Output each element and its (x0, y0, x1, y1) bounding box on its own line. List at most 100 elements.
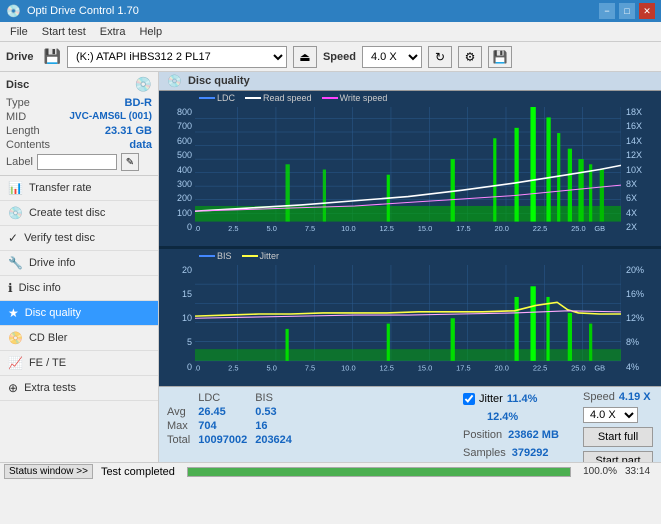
length-label: Length (6, 125, 40, 137)
total-ldc: 10097002 (198, 433, 255, 447)
label-input[interactable] (37, 154, 117, 170)
contents-label: Contents (6, 139, 50, 151)
minimize-button[interactable]: − (599, 3, 615, 19)
app-icon: 💿 (6, 4, 21, 18)
svg-text:7.5: 7.5 (305, 363, 315, 371)
sidebar-item-fe-te[interactable]: 📈 FE / TE (0, 351, 158, 376)
read-speed-legend: Read speed (245, 93, 312, 103)
svg-text:GB: GB (594, 363, 605, 371)
svg-text:5.0: 5.0 (267, 363, 277, 371)
sidebar-item-drive-info[interactable]: 🔧 Drive info (0, 251, 158, 276)
sidebar-item-verify-test-disc[interactable]: ✓ Verify test disc (0, 226, 158, 251)
sidebar-item-create-test-disc[interactable]: 💿 Create test disc (0, 201, 158, 226)
speed-label: Speed (323, 51, 356, 63)
create-test-icon: 💿 (8, 206, 23, 220)
status-text: Test completed (101, 466, 175, 478)
progress-bar-fill (188, 468, 570, 476)
jitter-label: Jitter (479, 393, 503, 405)
svg-text:15.0: 15.0 (418, 363, 432, 371)
time-display: 33:14 (625, 466, 657, 477)
drive-select[interactable]: (K:) ATAPI iHBS312 2 PL17 (67, 46, 287, 68)
maximize-button[interactable]: □ (619, 3, 635, 19)
menu-help[interactable]: Help (133, 24, 168, 40)
speed-select[interactable]: 4.0 X (362, 46, 422, 68)
svg-text:20.0: 20.0 (494, 224, 508, 232)
cd-bler-icon: 📀 (8, 331, 23, 345)
sidebar-item-extra-tests[interactable]: ⊕ Extra tests (0, 376, 158, 401)
write-speed-legend-label: Write speed (340, 93, 388, 103)
config-button[interactable]: ⚙ (458, 46, 482, 68)
stat-speed-select[interactable]: 4.0 X (583, 407, 638, 423)
menu-bar: File Start test Extra Help (0, 22, 661, 42)
svg-text:17.5: 17.5 (456, 363, 470, 371)
sidebar-item-label: CD Bler (29, 332, 68, 344)
sidebar-item-disc-info[interactable]: ℹ Disc info (0, 276, 158, 301)
disc-info-icon: ℹ (8, 281, 13, 295)
sidebar-item-cd-bler[interactable]: 📀 CD Bler (0, 326, 158, 351)
drive-toolbar: Drive 💾 (K:) ATAPI iHBS312 2 PL17 ⏏ Spee… (0, 42, 661, 72)
samples-label: Samples (463, 447, 506, 459)
refresh-button[interactable]: ↻ (428, 46, 452, 68)
disc-panel: Disc 💿 Type BD-R MID JVC-AMS6L (001) Len… (0, 72, 158, 176)
sidebar-item-label: Extra tests (24, 382, 76, 394)
svg-text:10.0: 10.0 (341, 224, 355, 232)
verify-test-icon: ✓ (8, 231, 18, 245)
label-edit-button[interactable]: ✎ (121, 153, 139, 171)
row-label-total: Total (167, 433, 198, 447)
disc-quality-header: 💿 Disc quality (159, 72, 661, 91)
start-part-button[interactable]: Start part (583, 451, 653, 463)
save-button[interactable]: 💾 (488, 46, 512, 68)
stats-row-max: Max 704 16 (167, 419, 300, 433)
close-button[interactable]: ✕ (639, 3, 655, 19)
total-bis: 203624 (255, 433, 300, 447)
disc-quality-icon: ★ (8, 306, 19, 320)
sidebar-item-transfer-rate[interactable]: 📊 Transfer rate (0, 176, 158, 201)
stats-left: LDC BIS Avg 26.45 0.53 Max (159, 387, 455, 463)
content-area: 💿 Disc quality LDC Read speed (159, 72, 661, 462)
sidebar-item-label: Drive info (29, 257, 75, 269)
jitter-max-row: 12.4% (463, 411, 567, 423)
drive-info-icon: 🔧 (8, 256, 23, 270)
sidebar-item-label: Create test disc (29, 207, 105, 219)
svg-text:GB: GB (594, 224, 605, 232)
avg-bis: 0.53 (255, 405, 300, 419)
menu-file[interactable]: File (4, 24, 34, 40)
fe-te-icon: 📈 (8, 356, 23, 370)
svg-text:10.0: 10.0 (341, 363, 355, 371)
svg-text:15.0: 15.0 (418, 224, 432, 232)
jitter-row: Jitter 11.4% (463, 393, 567, 405)
sidebar-nav: 📊 Transfer rate 💿 Create test disc ✓ Ver… (0, 176, 158, 401)
app-title: Opti Drive Control 1.70 (27, 5, 139, 17)
contents-value: data (129, 139, 152, 151)
stats-row-avg: Avg 26.45 0.53 (167, 405, 300, 419)
start-full-button[interactable]: Start full (583, 427, 653, 447)
sidebar-item-label: Disc quality (25, 307, 81, 319)
sidebar-item-disc-quality[interactable]: ★ Disc quality (0, 301, 158, 326)
position-value: 23862 MB (508, 429, 559, 441)
speed-label-stat: Speed (583, 391, 615, 403)
bis-legend-label: BIS (217, 251, 232, 261)
svg-text:22.5: 22.5 (533, 224, 547, 232)
avg-ldc: 26.45 (198, 405, 255, 419)
title-bar: 💿 Opti Drive Control 1.70 − □ ✕ (0, 0, 661, 22)
position-row: Position 23862 MB (463, 429, 567, 441)
speed-stat-value: 4.19 X (619, 391, 651, 403)
drive-label: Drive (6, 51, 34, 63)
col-header-bis: BIS (255, 391, 300, 405)
sidebar-item-label: Verify test disc (24, 232, 95, 244)
lower-y-axis-left: 05101520 (159, 265, 195, 372)
read-speed-legend-label: Read speed (263, 93, 312, 103)
mid-value: JVC-AMS6L (001) (69, 111, 152, 123)
menu-start-test[interactable]: Start test (36, 24, 92, 40)
svg-text:22.5: 22.5 (533, 363, 547, 371)
col-header-blank (167, 391, 198, 405)
eject-button[interactable]: ⏏ (293, 46, 317, 68)
jitter-checkbox[interactable] (463, 393, 475, 405)
status-window-button[interactable]: Status window >> (4, 464, 93, 479)
position-label: Position (463, 429, 502, 441)
menu-extra[interactable]: Extra (94, 24, 132, 40)
jitter-max-value: 12.4% (487, 411, 518, 423)
svg-text:2.5: 2.5 (228, 224, 238, 232)
svg-text:20.0: 20.0 (494, 363, 508, 371)
type-label: Type (6, 97, 30, 109)
